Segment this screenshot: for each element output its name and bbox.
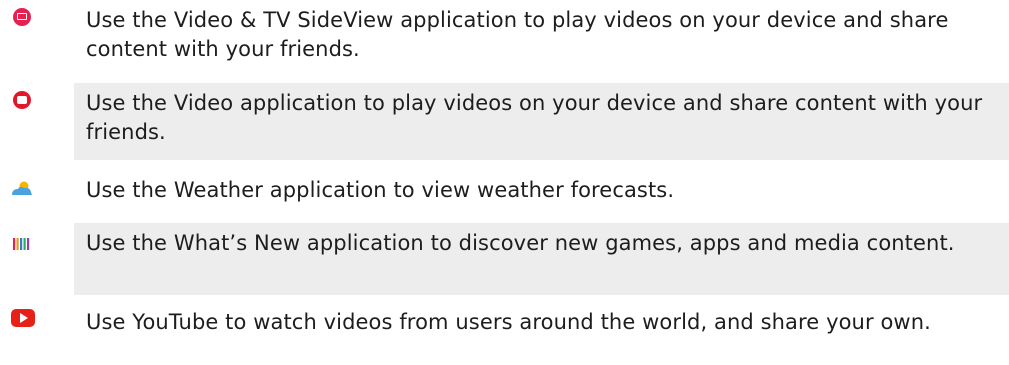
list-item: Use YouTube to watch videos from users a…	[0, 302, 1009, 365]
item-description: Use the Video & TV SideView application …	[86, 8, 949, 61]
item-description: Use YouTube to watch videos from users a…	[86, 310, 931, 334]
app-description-list: Use the Video & TV SideView application …	[0, 0, 1009, 365]
item-description: Use the Video application to play videos…	[74, 83, 1009, 160]
list-item: Use the Video & TV SideView application …	[0, 0, 1009, 72]
weather-icon	[11, 180, 33, 195]
item-description: Use the What’s New application to discov…	[74, 223, 1009, 295]
video-tv-sideview-icon	[13, 8, 31, 26]
whats-new-icon	[13, 235, 31, 250]
list-item: Use the What’s New application to discov…	[0, 223, 1009, 295]
youtube-icon	[11, 309, 35, 327]
list-item: Use the Weather application to view weat…	[0, 170, 1009, 210]
item-description: Use the Weather application to view weat…	[86, 178, 675, 202]
list-item: Use the Video application to play videos…	[0, 83, 1009, 160]
video-app-icon	[13, 91, 31, 109]
